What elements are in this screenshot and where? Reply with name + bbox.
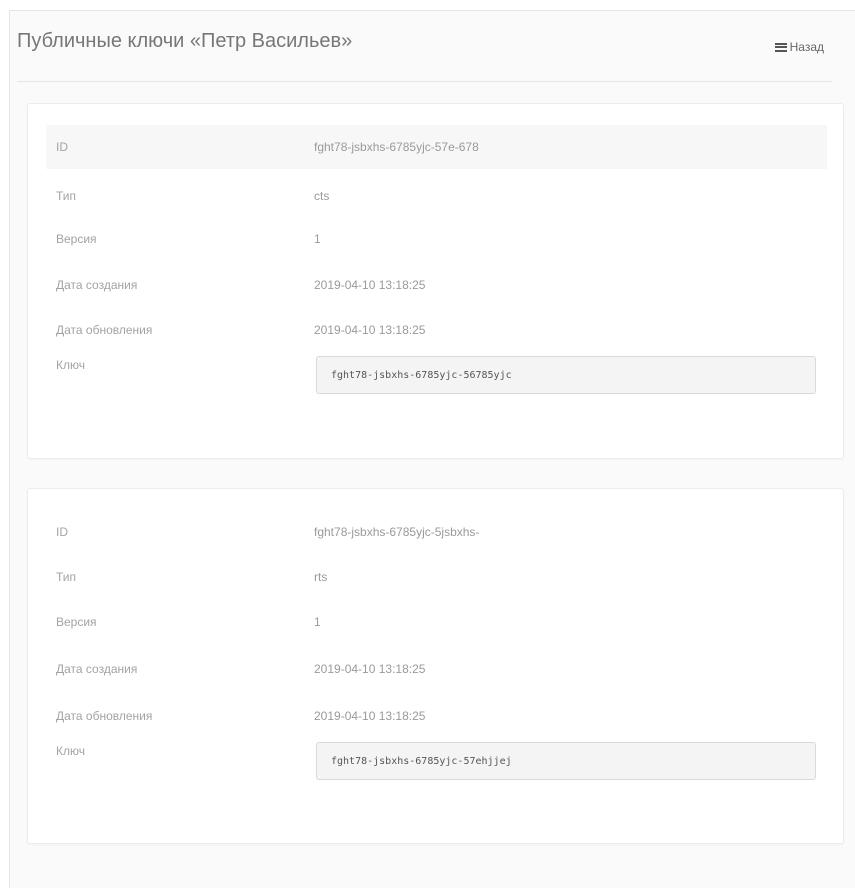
key-field[interactable]: fght78-jsbxhs-6785yjc-57ehjjej: [316, 742, 816, 780]
detail-row-created: Дата создания 2019-04-10 13:18:25: [46, 263, 827, 307]
updated-value: 2019-04-10 13:18:25: [314, 323, 426, 337]
version-value: 1: [314, 615, 321, 629]
back-button[interactable]: Назад: [774, 40, 824, 54]
key-card: ID fght78-jsbxhs-6785yjc-5jsbxhs- Тип rt…: [27, 488, 844, 844]
key-card: ID fght78-jsbxhs-6785yjc-57e-678 Тип cts…: [27, 103, 844, 459]
detail-row-key: Ключ fght78-jsbxhs-6785yjc-57ehjjej: [46, 742, 827, 786]
detail-row-id: ID fght78-jsbxhs-6785yjc-57e-678: [46, 125, 827, 169]
created-value: 2019-04-10 13:18:25: [314, 278, 426, 292]
detail-row-updated: Дата обновления 2019-04-10 13:18:25: [46, 308, 827, 352]
id-label: ID: [56, 525, 68, 539]
detail-row-created: Дата создания 2019-04-10 13:18:25: [46, 647, 827, 691]
type-value: cts: [314, 189, 330, 203]
key-label: Ключ: [56, 744, 85, 758]
updated-label: Дата обновления: [56, 323, 153, 337]
updated-label: Дата обновления: [56, 709, 153, 723]
key-field[interactable]: fght78-jsbxhs-6785yjc-56785yjc: [316, 356, 816, 394]
detail-row-id: ID fght78-jsbxhs-6785yjc-5jsbxhs-: [46, 510, 827, 554]
version-label: Версия: [56, 615, 97, 629]
detail-row-type: Тип cts: [46, 174, 827, 218]
created-label: Дата создания: [56, 278, 138, 292]
type-label: Тип: [56, 570, 77, 584]
id-label: ID: [56, 140, 68, 154]
type-value: rts: [314, 570, 328, 584]
detail-row-updated: Дата обновления 2019-04-10 13:18:25: [46, 694, 827, 738]
key-label: Ключ: [56, 358, 85, 372]
detail-row-key: Ключ fght78-jsbxhs-6785yjc-56785yjc: [46, 356, 827, 400]
page-header: Публичные ключи «Петр Васильев» Назад: [17, 26, 832, 82]
detail-row-version: Версия 1: [46, 217, 827, 261]
version-value: 1: [314, 232, 321, 246]
detail-row-type: Тип rts: [46, 555, 827, 599]
created-label: Дата создания: [56, 662, 138, 676]
id-value: fght78-jsbxhs-6785yjc-57e-678: [314, 140, 479, 154]
back-button-label: Назад: [789, 40, 824, 54]
id-value: fght78-jsbxhs-6785yjc-5jsbxhs-: [314, 525, 480, 539]
list-icon: [774, 42, 787, 52]
type-label: Тип: [56, 189, 77, 203]
version-label: Версия: [56, 232, 97, 246]
detail-row-version: Версия 1: [46, 600, 827, 644]
page-title: Публичные ключи «Петр Васильев»: [17, 30, 353, 52]
created-value: 2019-04-10 13:18:25: [314, 662, 426, 676]
updated-value: 2019-04-10 13:18:25: [314, 709, 426, 723]
